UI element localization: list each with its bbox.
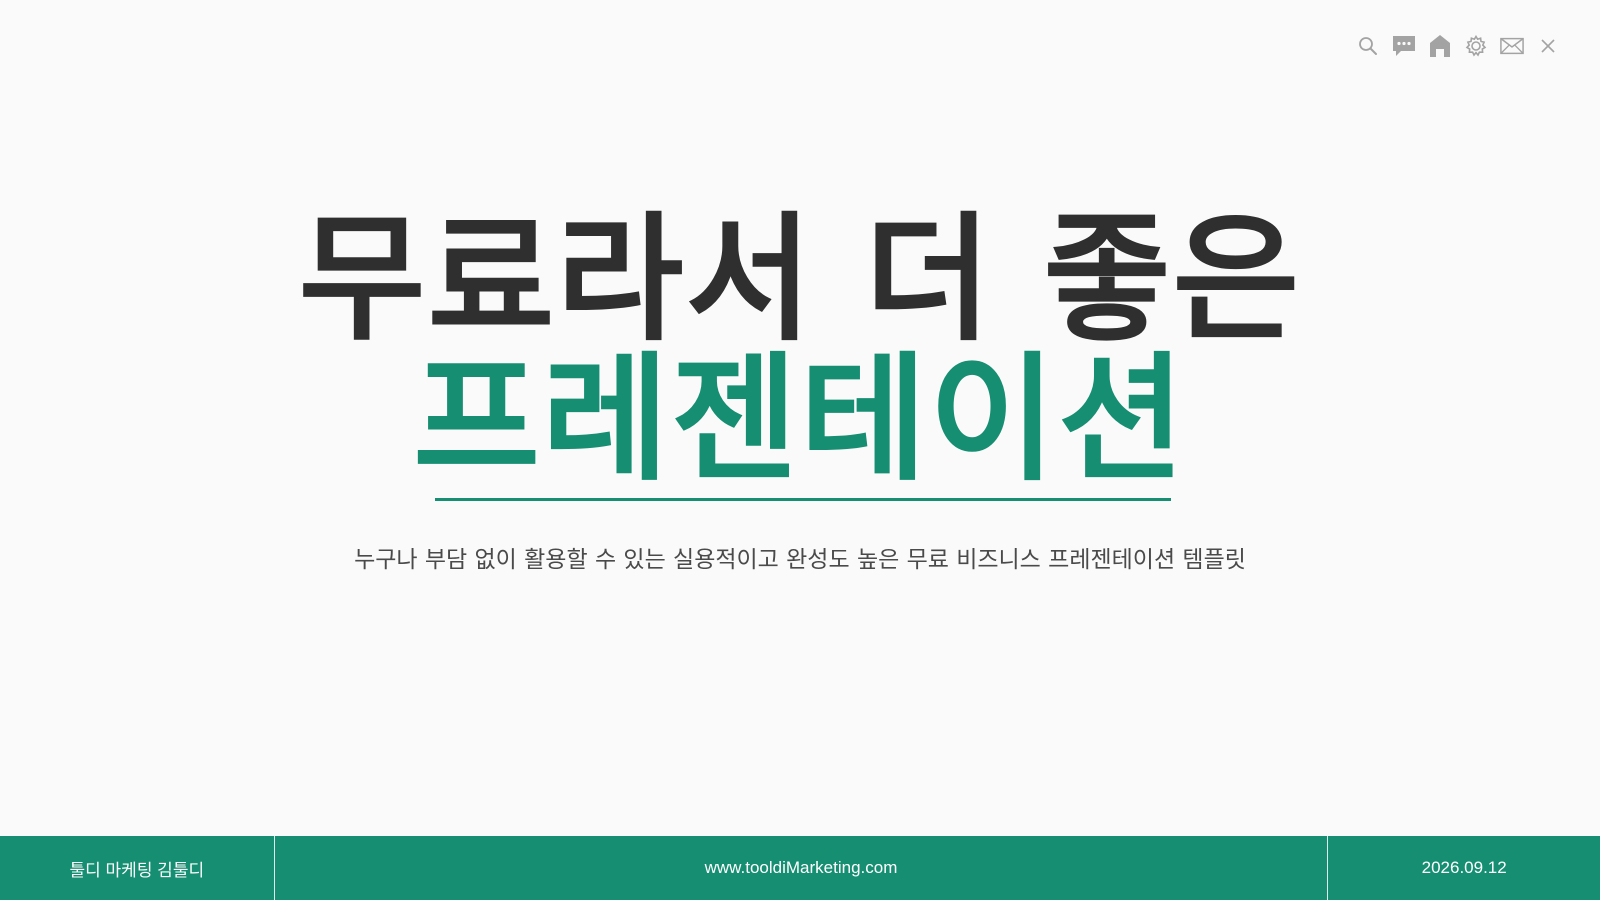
search-icon[interactable] bbox=[1356, 34, 1380, 58]
title-line-1: 무료라서 더 좋은 bbox=[298, 199, 1302, 360]
chat-icon[interactable] bbox=[1392, 34, 1416, 58]
slide: 무료라서 더 좋은 프레젠테이션 누구나 부담 없이 활용할 수 있는 실용적이… bbox=[0, 0, 1600, 900]
home-icon[interactable] bbox=[1428, 34, 1452, 58]
title-line-2: 프레젠테이션 bbox=[413, 339, 1187, 500]
close-icon[interactable] bbox=[1536, 34, 1560, 58]
footer-website[interactable]: www.tooldiMarketing.com bbox=[275, 836, 1328, 900]
subtitle: 누구나 부담 없이 활용할 수 있는 실용적이고 완성도 높은 무료 비즈니스 … bbox=[354, 547, 1246, 573]
footer-bar: 툴디 마케팅 김툴디 www.tooldiMarketing.com 2026.… bbox=[0, 836, 1600, 900]
footer-date: 2026.09.12 bbox=[1421, 858, 1507, 877]
title-underline bbox=[435, 498, 1171, 501]
mail-icon[interactable] bbox=[1500, 34, 1524, 58]
gear-icon[interactable] bbox=[1464, 34, 1488, 58]
toolbar bbox=[1356, 34, 1560, 58]
footer-author: 툴디 마케팅 김툴디 bbox=[69, 860, 205, 880]
